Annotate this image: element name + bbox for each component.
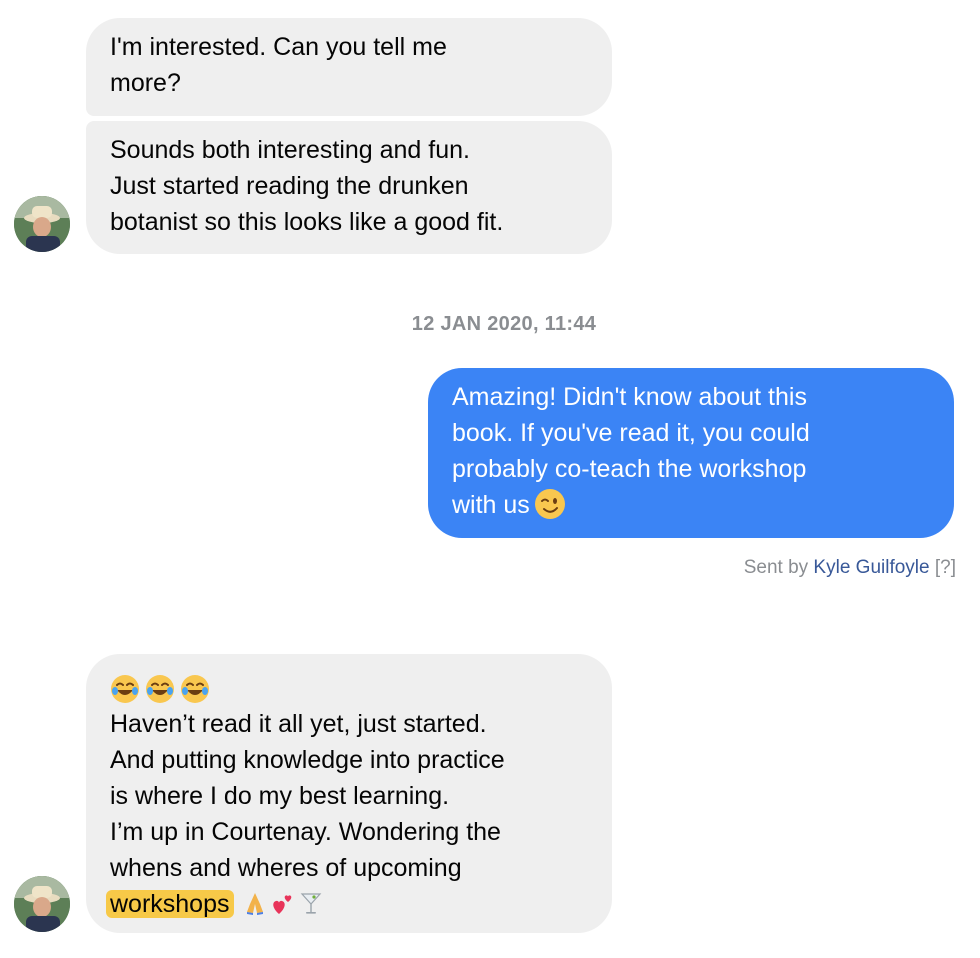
conversation-timestamp: 12 JAN 2020, 11:44 [411,313,597,335]
tears-of-joy-emoji [181,675,209,704]
highlighted-keyword[interactable]: workshops [106,890,234,918]
message-text: probably co-teach the workshop [452,455,807,483]
folded-hands-emoji [247,893,264,915]
tears-of-joy-emoji [146,675,174,704]
message-text: Amazing! Didn't know about this [452,383,807,411]
message-bubble-incoming[interactable]: Haven’t read it all yet, just started. A… [86,654,612,933]
message-text: I’m up in Courtenay. Wondering the [110,818,501,846]
help-link[interactable]: [?] [935,557,956,578]
tears-of-joy-emoji [111,675,139,704]
cocktail-glass-emoji [301,893,322,914]
message-text: And putting knowledge into practice [110,746,505,774]
message-text: with us [452,491,530,519]
message-text: Sounds both interesting and fun. [110,136,470,164]
sent-by-prefix: Sent by [743,557,809,578]
user-avatar[interactable] [14,876,70,932]
message-text: botanist so this looks like a good fit. [110,208,504,236]
message-text: book. If you've read it, you could [452,419,810,447]
message-last-line: workshops [106,886,588,922]
sent-by-info: Sent by Kyle Guilfoyle [?] [744,557,956,579]
user-avatar[interactable] [14,196,70,252]
emoji-row [110,670,588,706]
message-text: Haven’t read it all yet, just started. [110,710,487,738]
two-hearts-emoji [273,895,292,914]
message-bubble-outgoing[interactable]: Amazing! Didn't know about this book. If… [428,368,954,538]
message-text: more? [110,69,181,97]
sender-name-link[interactable]: Kyle Guilfoyle [813,557,929,578]
avatar-image [14,876,70,932]
message-bubble-incoming[interactable]: I'm interested. Can you tell me more? [86,18,612,116]
message-text: whens and wheres of upcoming [110,854,462,882]
message-text: I'm interested. Can you tell me [110,33,447,61]
message-bubble-incoming[interactable]: Sounds both interesting and fun. Just st… [86,121,612,254]
avatar-image [14,196,70,252]
message-text: Just started reading the drunken [110,172,469,200]
message-last-line: with us [452,487,930,523]
winking-face-emoji [534,489,565,519]
message-text: is where I do my best learning. [110,782,450,810]
